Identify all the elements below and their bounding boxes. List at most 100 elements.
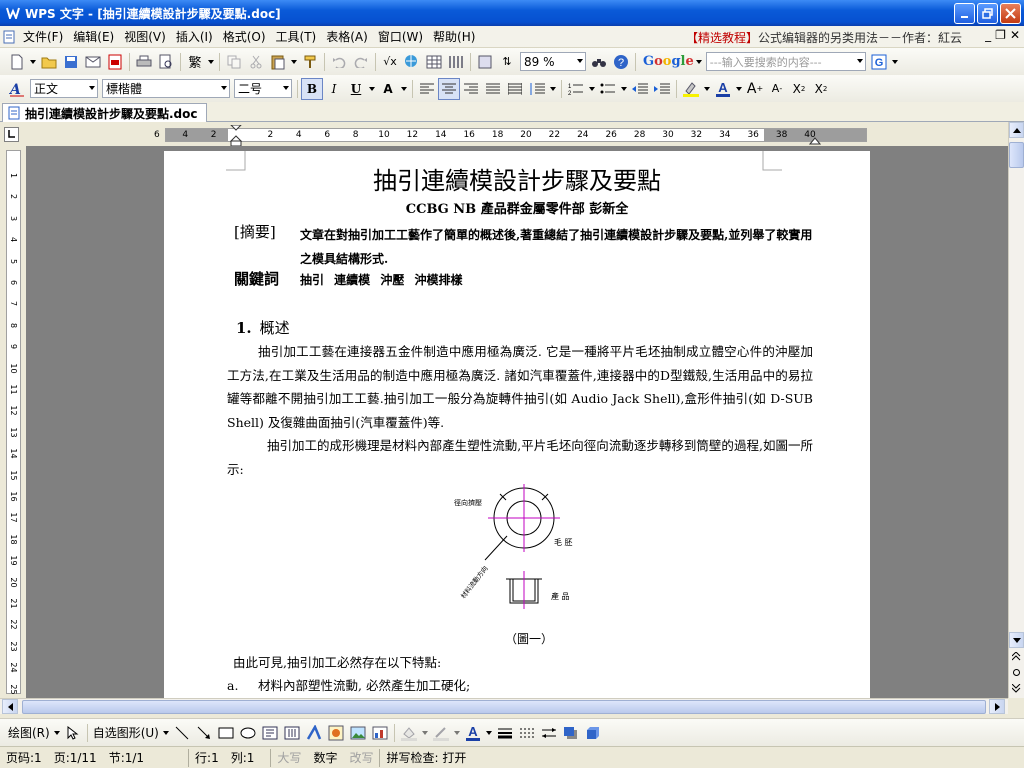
font-select[interactable]: 標楷體 (102, 79, 230, 98)
document-page[interactable]: 抽引連續模設計步驟及要點 CCBG NB 產品群金屬零件部 彭新全 [摘要] 文… (164, 151, 870, 698)
close-button[interactable] (1000, 3, 1021, 24)
open-folder-icon[interactable] (38, 51, 60, 73)
ruler-strip[interactable]: 6 4 2 2 4 6 8 10 12 14 16 18 20 22 24 26 28 30 32 34 36 38 40 (154, 125, 867, 147)
table-icon[interactable] (423, 51, 445, 73)
line-style-icon[interactable] (494, 722, 516, 744)
copy-icon[interactable] (223, 51, 245, 73)
shadow-icon[interactable] (560, 722, 582, 744)
increase-indent-icon[interactable] (651, 78, 673, 100)
document-workspace[interactable]: 抽引連續模設計步驟及要點 CCBG NB 產品群金屬零件部 彭新全 [摘要] 文… (26, 146, 1008, 698)
abstract-label[interactable]: [摘要] (234, 221, 276, 242)
zoom-select[interactable]: 89 % (520, 52, 586, 71)
align-left-icon[interactable] (416, 78, 438, 100)
rectangle-tool-icon[interactable] (215, 722, 237, 744)
picture-icon[interactable] (347, 722, 369, 744)
dropdown-arrow-icon[interactable] (890, 51, 900, 73)
status-num[interactable]: 数字 (307, 749, 343, 767)
select-objects-icon[interactable] (62, 722, 84, 744)
scroll-left-button[interactable] (2, 699, 18, 714)
section-heading[interactable]: 1. 概述 (236, 317, 290, 338)
status-spell-check[interactable]: 拼写检查: 打开 (379, 748, 472, 767)
list-item-a[interactable]: a. 材料內部塑性流動, 必然產生加工硬化; (227, 675, 470, 694)
grow-font-icon[interactable]: A + (744, 78, 766, 100)
arrow-tool-icon[interactable] (193, 722, 215, 744)
doc-restore-button[interactable]: ❐ (995, 28, 1006, 42)
fill-color-icon[interactable] (398, 722, 420, 744)
promo-link[interactable]: 【精选教程】公式编辑器的另类用法－－作者：紅云 (686, 29, 962, 46)
google-search-icon[interactable]: G (868, 51, 890, 73)
binoculars-icon[interactable] (588, 51, 610, 73)
print-preview-icon[interactable] (155, 51, 177, 73)
char-format-icon[interactable]: A (377, 78, 399, 100)
sort-icon[interactable]: ⇅ (496, 51, 518, 73)
numbering-icon[interactable]: 12 (565, 78, 587, 100)
format-painter-icon[interactable] (299, 51, 321, 73)
scroll-down-button[interactable] (1009, 632, 1024, 648)
pdf-icon[interactable] (104, 51, 126, 73)
search-input[interactable]: ---输入要搜索的内容--- (705, 52, 866, 71)
font-color-icon[interactable]: A (712, 78, 734, 100)
superscript-icon[interactable]: X2 (788, 78, 810, 100)
scroll-right-button[interactable] (989, 699, 1005, 714)
dropdown-arrow-icon[interactable] (289, 51, 299, 73)
dropdown-arrow-icon[interactable] (619, 78, 629, 100)
document-map-icon[interactable] (474, 51, 496, 73)
underline-button[interactable]: U (345, 78, 367, 100)
menu-window[interactable]: 窗口(W) (373, 27, 428, 47)
draw-font-color-icon[interactable]: A (462, 722, 484, 744)
highlight-icon[interactable] (680, 78, 702, 100)
draw-menu-button[interactable]: 绘图(R) (6, 724, 52, 741)
textbox-icon[interactable] (259, 722, 281, 744)
dropdown-arrow-icon[interactable] (52, 722, 62, 744)
formula-icon[interactable]: √x (379, 51, 401, 73)
document-icon[interactable] (0, 26, 18, 48)
styles-icon[interactable]: A (6, 78, 28, 100)
document-title[interactable]: 抽引連續模設計步驟及要點 (164, 161, 870, 196)
dropdown-arrow-icon[interactable] (484, 722, 494, 744)
line-color-icon[interactable] (430, 722, 452, 744)
dropdown-arrow-icon[interactable] (367, 78, 377, 100)
menu-help[interactable]: 帮助(H) (428, 27, 480, 47)
italic-button[interactable]: I (323, 78, 345, 100)
horizontal-scroll-thumb[interactable] (22, 700, 986, 714)
shrink-font-icon[interactable]: A- (766, 78, 788, 100)
ellipse-tool-icon[interactable] (237, 722, 259, 744)
dropdown-arrow-icon[interactable] (548, 78, 558, 100)
dropdown-arrow-icon[interactable] (587, 78, 597, 100)
prev-page-button[interactable] (1009, 648, 1024, 664)
dropdown-arrow-icon[interactable] (161, 722, 171, 744)
align-right-icon[interactable] (460, 78, 482, 100)
menu-tools[interactable]: 工具(T) (271, 27, 322, 47)
google-logo[interactable]: Google (643, 54, 694, 69)
chart-icon[interactable] (369, 722, 391, 744)
traditional-chinese-icon[interactable]: 繁 (184, 51, 206, 73)
line-tool-icon[interactable] (171, 722, 193, 744)
vertical-scrollbar[interactable] (1008, 122, 1024, 698)
dropdown-arrow-icon[interactable] (420, 722, 430, 744)
vertical-textbox-icon[interactable] (281, 722, 303, 744)
mail-icon[interactable] (82, 51, 104, 73)
line-spacing-icon[interactable] (526, 78, 548, 100)
columns-icon[interactable] (445, 51, 467, 73)
menu-view[interactable]: 视图(V) (119, 27, 171, 47)
justify-icon[interactable] (482, 78, 504, 100)
dropdown-arrow-icon[interactable] (702, 78, 712, 100)
deep-drawing-figure[interactable]: 徑向擠壓 材料流動方向 毛 胚 產 品 (454, 481, 594, 621)
browse-object-button[interactable] (1009, 664, 1024, 680)
scroll-thumb[interactable] (1009, 142, 1024, 168)
indent-marker-icon[interactable] (230, 125, 242, 147)
redo-icon[interactable] (350, 51, 372, 73)
status-caps[interactable]: 大写 (270, 748, 307, 767)
menu-format[interactable]: 格式(O) (218, 27, 271, 47)
doc-minimize-button[interactable]: _ (985, 28, 991, 42)
print-icon[interactable] (133, 51, 155, 73)
undo-icon[interactable] (328, 51, 350, 73)
paragraph-1[interactable]: 抽引加工工藝在連接器五金件制造中應用極為廣泛. 它是一種將平片毛坯抽制成立體空心… (227, 340, 813, 434)
abstract-text[interactable]: 文章在對抽引加工工藝作了簡單的概述後,著重總結了抽引連續模設計步驟及要點,並列舉… (300, 223, 820, 271)
font-size-select[interactable]: 二号 (234, 79, 292, 98)
doc-close-button[interactable]: ✕ (1010, 28, 1020, 42)
status-overwrite[interactable]: 改写 (343, 749, 379, 767)
3d-icon[interactable] (582, 722, 604, 744)
cut-icon[interactable] (245, 51, 267, 73)
arrow-style-icon[interactable] (538, 722, 560, 744)
